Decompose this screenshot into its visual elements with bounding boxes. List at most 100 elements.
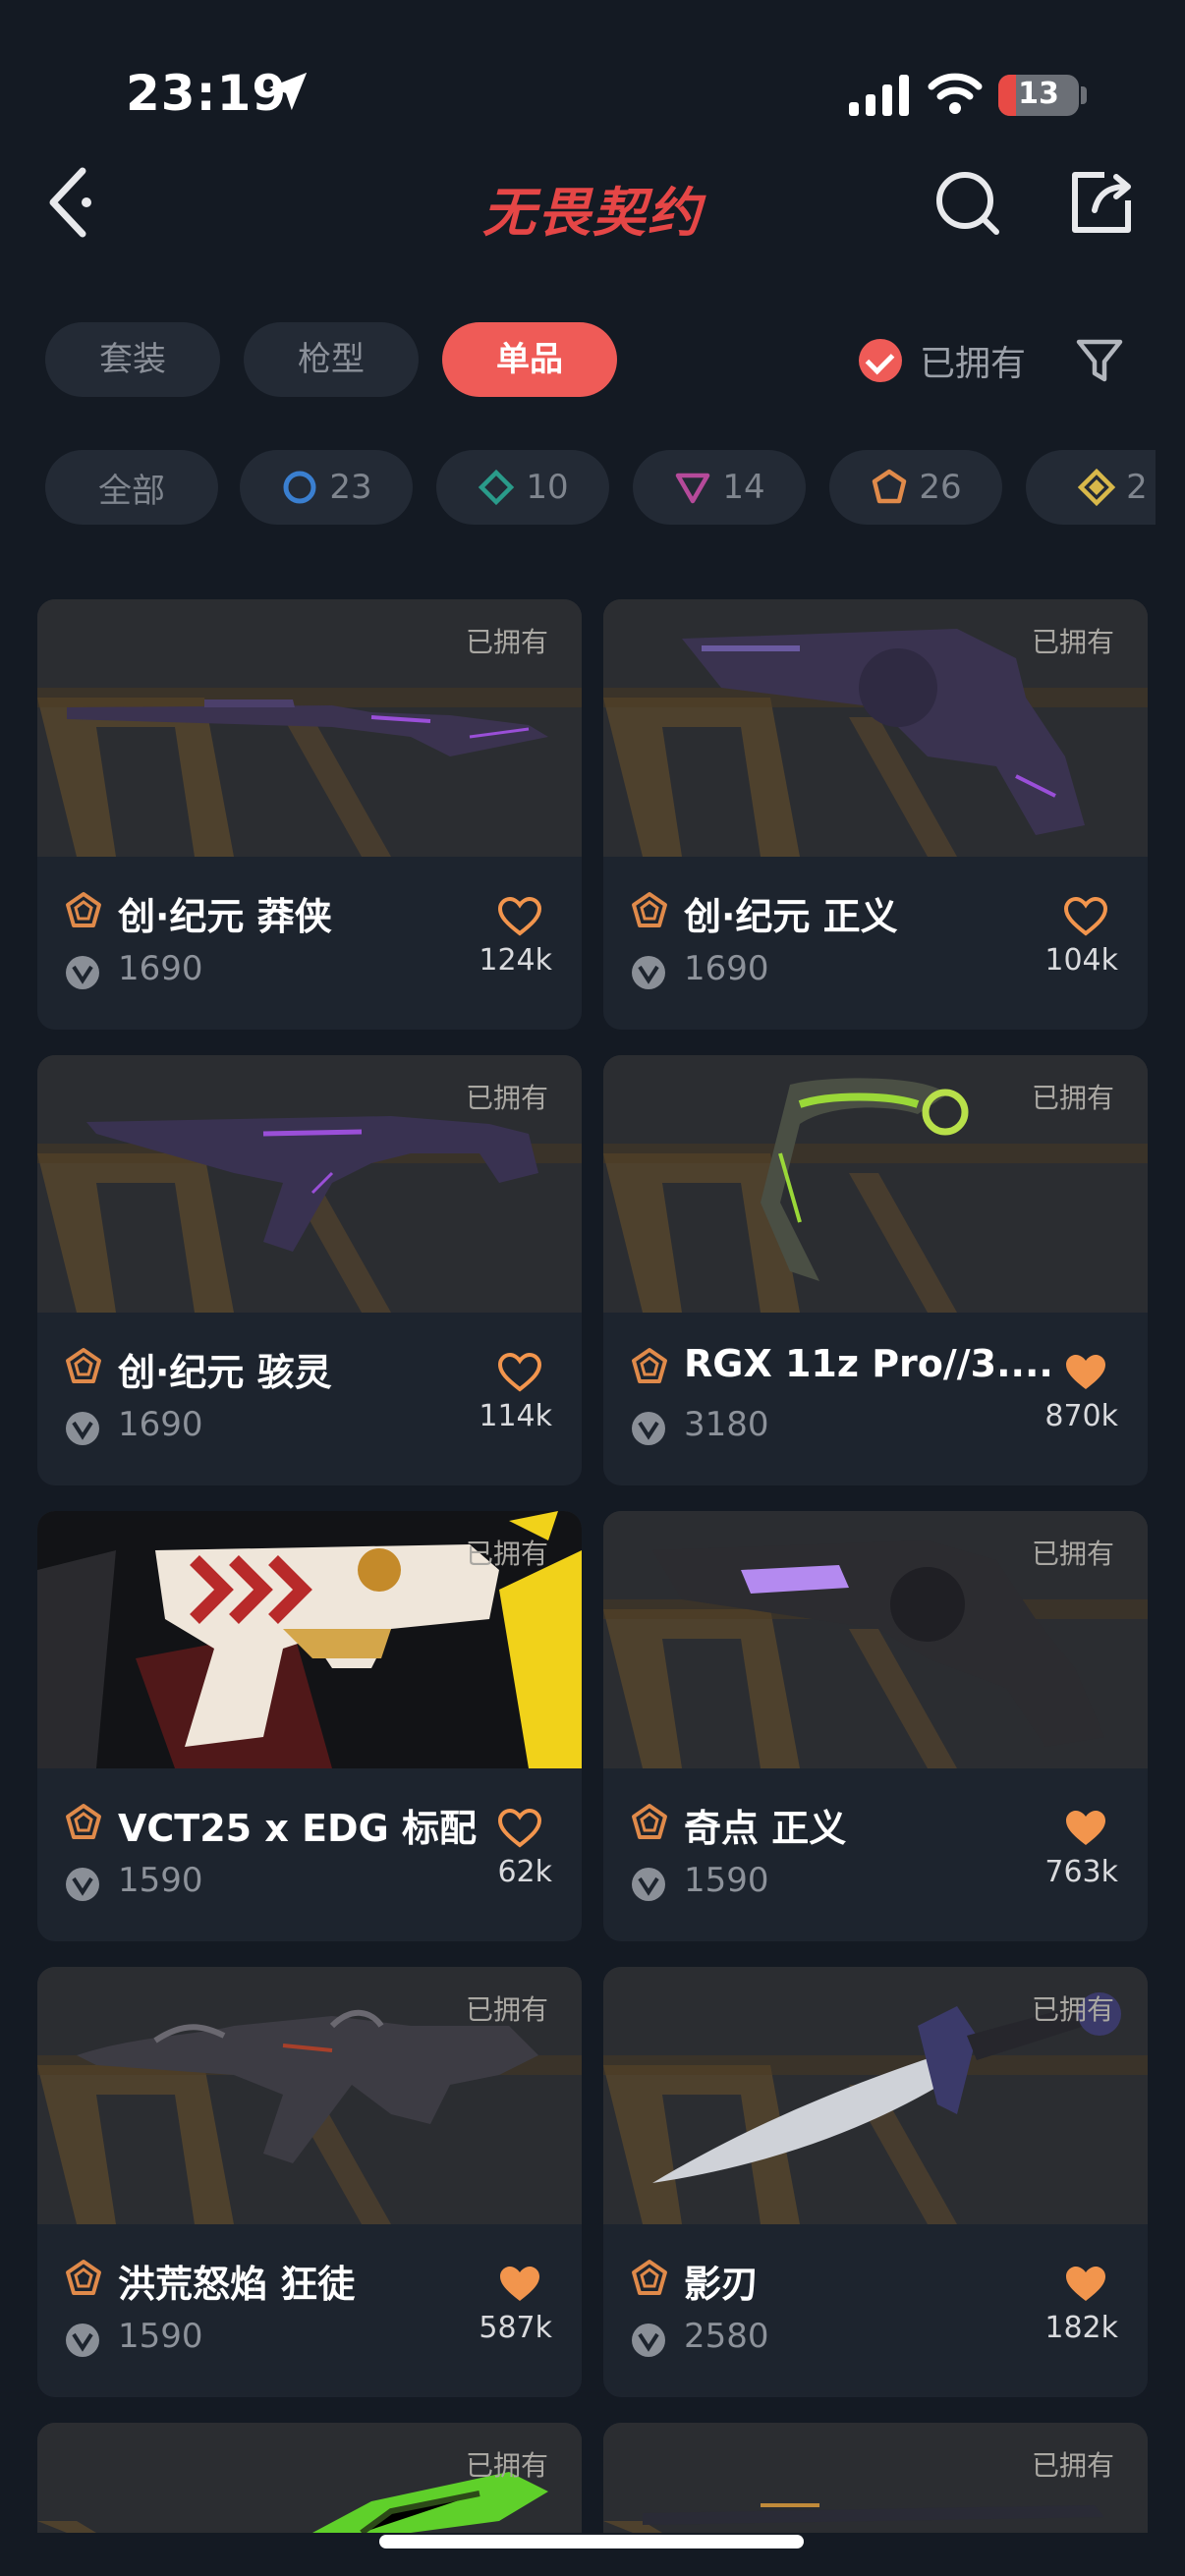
item-likes: 587k [479,2311,552,2345]
chip-deluxe-count: 10 [526,468,569,507]
owned-label: 已拥有 [1031,2449,1114,2482]
item-name: 洪荒怒焰 狂徒 [118,2263,356,2306]
item-price: 2580 [684,2317,769,2356]
chip-ultra-tier[interactable]: 2 [1026,450,1156,525]
heart-outline-icon[interactable] [497,1808,542,1849]
location-arrow-icon [268,72,308,111]
owned-label: 已拥有 [465,1082,548,1114]
item-likes: 104k [1044,943,1118,978]
cellular-signal-icon [849,75,909,116]
item-card[interactable]: 已拥有 [603,2423,1148,2533]
owned-label: 已拥有 [1031,626,1114,658]
tab-bundles[interactable]: 套装 [45,322,220,397]
item-card[interactable]: 已拥有 RGX 11z Pro//3.... 3180 870k [603,1055,1148,1485]
vp-currency-icon [632,1868,665,1901]
heart-outline-icon[interactable] [1063,896,1108,937]
item-name: 创·纪元 莽侠 [118,895,332,938]
item-name: 影刃 [684,2263,760,2306]
owned-label: 已拥有 [465,2449,548,2482]
checkmark-icon [859,339,902,382]
home-indicator[interactable] [379,2535,804,2548]
item-card[interactable]: 已拥有 奇点 正义 1590 763k [603,1511,1148,1941]
chip-deluxe-tier[interactable]: 10 [436,450,609,525]
vp-currency-icon [66,956,99,989]
owned-label: 已拥有 [465,626,548,658]
exclusive-tier-icon [873,469,907,504]
item-price: 3180 [684,1405,769,1444]
chip-select-tier[interactable]: 23 [240,450,413,525]
chip-exclusive-tier[interactable]: 26 [829,450,1002,525]
premium-tier-icon [676,473,710,504]
item-name: 奇点 正义 [684,1807,847,1850]
chip-premium-count: 14 [722,468,765,507]
heart-filled-icon[interactable] [1063,2264,1108,2305]
owned-label: 已拥有 [465,1538,548,1570]
item-likes: 124k [479,943,552,978]
heart-outline-icon[interactable] [497,1352,542,1393]
item-name: RGX 11z Pro//3.... [684,1342,1053,1385]
item-card[interactable]: 已拥有 创·纪元 骇灵 1690 114k [37,1055,582,1485]
chip-all[interactable]: 全部 [45,450,218,525]
item-likes: 62k [497,1855,552,1889]
item-name: 创·纪元 骇灵 [118,1351,332,1394]
exclusive-tier-icon [632,1804,667,1839]
exclusive-tier-icon [632,2260,667,2295]
heart-outline-icon[interactable] [497,896,542,937]
heart-filled-icon[interactable] [1063,1808,1108,1849]
vp-currency-icon [632,1412,665,1445]
exclusive-tier-icon [632,892,667,927]
owned-filter-label: 已拥有 [920,344,1027,384]
page-title: 无畏契约 [482,182,703,244]
item-price: 1590 [118,1861,203,1900]
status-time: 23:19 [126,65,288,122]
deluxe-tier-icon [479,469,515,506]
item-likes: 870k [1044,1399,1118,1433]
item-price: 1590 [684,1861,769,1900]
item-price: 1690 [118,1405,203,1444]
vp-currency-icon [632,956,665,989]
chip-all-label: 全部 [98,471,165,511]
chip-exclusive-count: 26 [919,468,962,507]
vp-currency-icon [66,2324,99,2357]
exclusive-tier-icon [66,1804,101,1839]
item-likes: 182k [1044,2311,1118,2345]
item-card[interactable]: 已拥有 洪荒怒焰 狂徒 1590 587k [37,1967,582,2397]
heart-filled-icon[interactable] [1063,1352,1108,1393]
owned-label: 已拥有 [465,1993,548,2026]
search-icon[interactable] [931,167,1002,238]
tier-filter-row: 全部 23 10 14 26 2 [45,450,1156,525]
filter-icon[interactable] [1075,336,1124,385]
heart-filled-icon[interactable] [497,2264,542,2305]
owned-label: 已拥有 [1031,1993,1114,2026]
item-likes: 763k [1044,1855,1118,1889]
exclusive-tier-icon [632,1348,667,1383]
owned-filter-toggle[interactable]: 已拥有 [859,336,1026,385]
exclusive-tier-icon [66,892,101,927]
tab-items[interactable]: 单品 [442,322,617,397]
item-name: 创·纪元 正义 [684,895,898,938]
item-card[interactable]: 已拥有 创·纪元 莽侠 1690 124k [37,599,582,1030]
vp-currency-icon [632,2324,665,2357]
exclusive-tier-icon [66,2260,101,2295]
item-price: 1690 [118,949,203,988]
chip-premium-tier[interactable]: 14 [633,450,806,525]
item-card[interactable]: 已拥有 创·纪元 正义 1690 104k [603,599,1148,1030]
item-price: 1590 [118,2317,203,2356]
status-bar: 23:19 13 [0,0,1185,138]
wifi-icon [928,73,983,114]
item-card[interactable]: 已拥有 影刃 2580 182k [603,1967,1148,2397]
item-likes: 114k [479,1399,552,1433]
item-card[interactable]: 已拥有 [37,2423,582,2533]
item-card[interactable]: 已拥有 VCT25 x EDG 标配 1590 62k [37,1511,582,1941]
battery-level: 13 [1018,77,1059,111]
item-price: 1690 [684,949,769,988]
vp-currency-icon [66,1412,99,1445]
ultra-tier-icon [1077,468,1116,507]
vp-currency-icon [66,1868,99,1901]
share-icon[interactable] [1065,167,1136,238]
tab-weapon-types[interactable]: 枪型 [244,322,419,397]
battery-indicator: 13 [998,75,1079,116]
chip-ultra-count: 2 [1126,468,1148,507]
owned-label: 已拥有 [1031,1082,1114,1114]
battery-tip [1081,86,1087,104]
